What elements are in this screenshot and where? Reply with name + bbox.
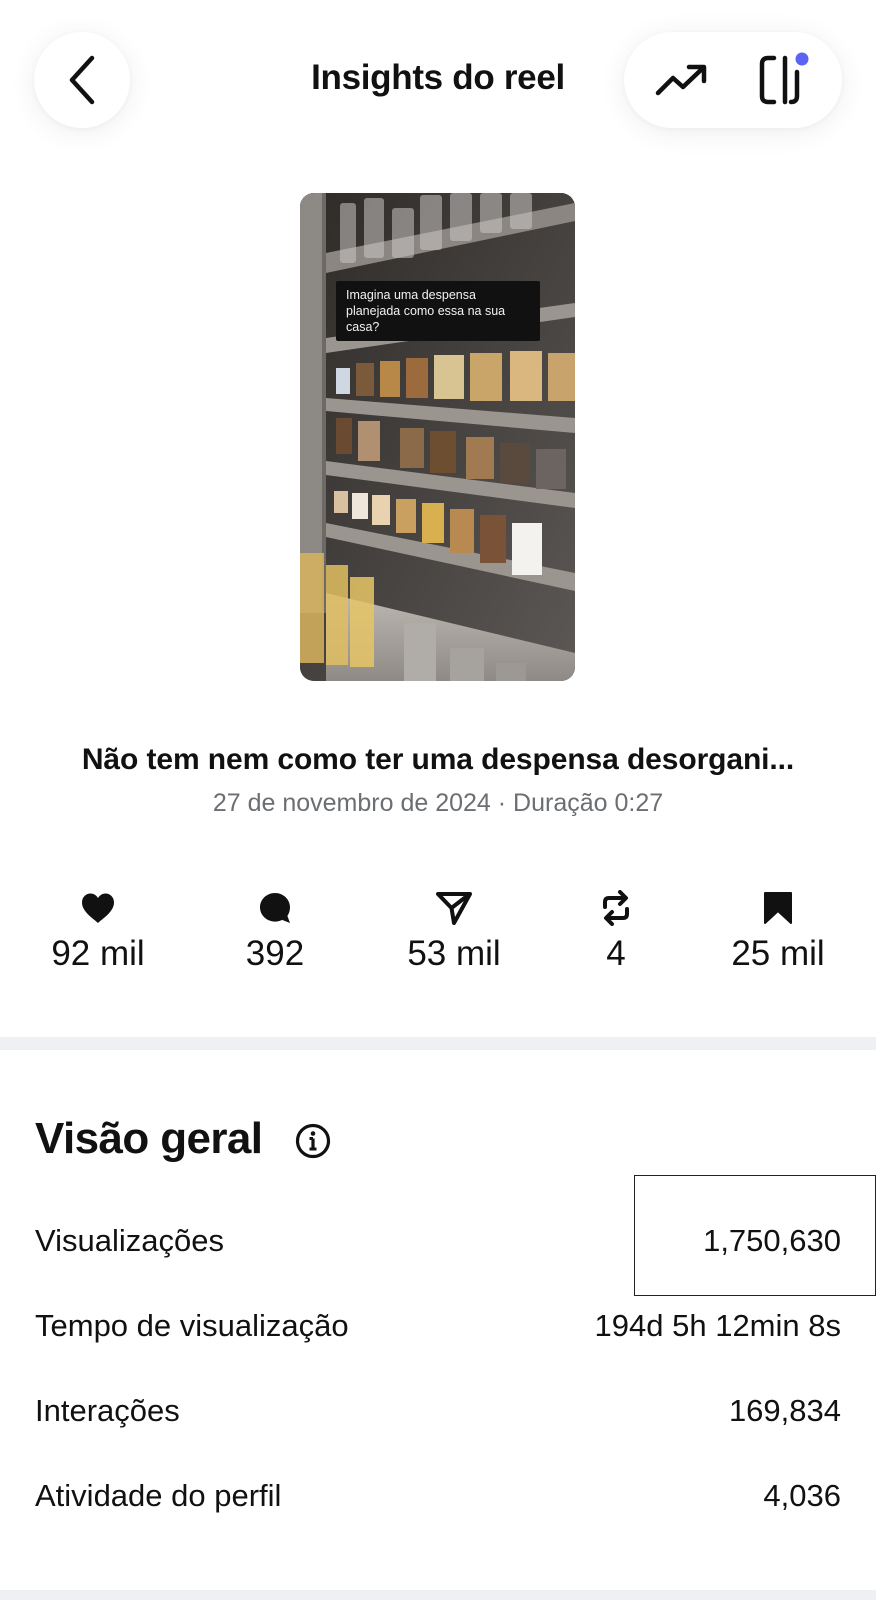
- row-watch-time[interactable]: Tempo de visualização 194d 5h 12min 8s: [35, 1308, 841, 1358]
- reel-date-duration: 27 de novembro de 2024 · Duração 0:27: [212, 789, 664, 817]
- reel-thumbnail[interactable]: Imagina uma despensa planejada como essa…: [300, 193, 575, 681]
- header: Insights do reel: [0, 0, 876, 170]
- reel-title: Não tem nem como ter uma despensa desorg…: [81, 743, 795, 776]
- pantry-shelves-image: [300, 193, 575, 681]
- engagement-stats: 92 mil 392 53 mil 4 25 mil: [0, 890, 876, 990]
- notification-dot: [795, 52, 809, 66]
- video-caption-overlay: Imagina uma despensa planejada como essa…: [336, 281, 540, 341]
- views-value-highlight: [634, 1175, 876, 1296]
- profile-activity-value: 4,036: [763, 1478, 841, 1513]
- comment-icon: [260, 893, 290, 923]
- bottom-divider: [0, 1590, 876, 1600]
- saves-count: 25 mil: [731, 934, 825, 973]
- info-button[interactable]: [295, 1123, 331, 1164]
- stat-reposts: 4: [531, 890, 701, 974]
- section-divider: [0, 1037, 876, 1050]
- side-panel-button[interactable]: [756, 50, 816, 110]
- repost-icon: [603, 890, 629, 926]
- watch-time-label: Tempo de visualização: [35, 1308, 349, 1343]
- back-button[interactable]: [34, 32, 130, 128]
- page-title: Insights do reel: [311, 58, 565, 97]
- trending-up-icon: [655, 64, 707, 96]
- row-profile-activity[interactable]: Atividade do perfil 4,036: [35, 1478, 841, 1528]
- heart-icon: [82, 893, 114, 923]
- trends-button[interactable]: [652, 50, 712, 110]
- interactions-label: Interações: [35, 1393, 180, 1428]
- shares-count: 53 mil: [407, 934, 501, 973]
- chevron-left-icon: [69, 55, 95, 105]
- stat-saves: 25 mil: [693, 890, 863, 974]
- interactions-value: 169,834: [728, 1393, 841, 1428]
- info-icon: [295, 1123, 331, 1159]
- comments-count: 392: [245, 934, 305, 973]
- header-actions: [624, 32, 842, 128]
- stat-shares: 53 mil: [369, 890, 539, 974]
- row-interactions[interactable]: Interações 169,834: [35, 1393, 841, 1443]
- bookmark-icon: [764, 892, 792, 924]
- profile-activity-label: Atividade do perfil: [35, 1478, 282, 1513]
- stat-comments: 392: [190, 890, 360, 974]
- watch-time-value: 194d 5h 12min 8s: [594, 1308, 841, 1343]
- overview-title: Visão geral: [35, 1114, 263, 1163]
- reposts-count: 4: [606, 934, 626, 973]
- send-icon: [436, 892, 472, 925]
- likes-count: 92 mil: [51, 934, 145, 973]
- side-panel-icon: [759, 52, 809, 105]
- stat-likes: 92 mil: [13, 890, 183, 974]
- views-label: Visualizações: [35, 1223, 224, 1258]
